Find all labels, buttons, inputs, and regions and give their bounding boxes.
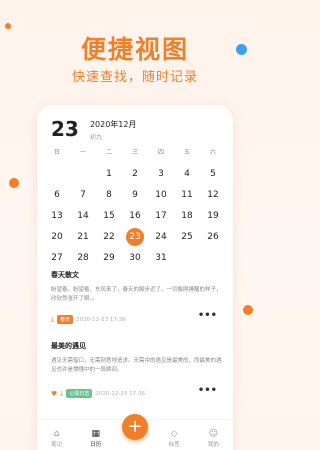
- calendar-day: [45, 165, 69, 183]
- calendar-grid: 1 2 3 4 5 6 7 8 9 10 11 12 13 14 15 16 1…: [45, 163, 225, 268]
- note-tag: 心情日志: [66, 389, 93, 398]
- note-meta: ⤓ 春天 2020-12-23 17:36: [51, 315, 126, 324]
- phone-screen: 23 2020年12月 初九 日 一 二 三 四 五 六 1 2 3 4 5 6…: [37, 105, 233, 450]
- tab-label: 标签: [168, 442, 180, 448]
- calendar-day[interactable]: 20: [45, 228, 69, 246]
- calendar-week: 27 28 29 30 31: [45, 247, 225, 268]
- calendar-day[interactable]: 30: [123, 249, 147, 267]
- tag-icon: ◇: [170, 429, 178, 439]
- tab-label: 日历: [90, 442, 102, 448]
- tab-profile[interactable]: ☺ 我的: [196, 429, 230, 448]
- note-card[interactable]: 春天散文 盼望着，盼望着，东风来了，春天的脚步近了。一切像刚睡醒的样子，欣欣然张…: [51, 270, 223, 330]
- weekday-mon: 一: [79, 149, 86, 156]
- calendar-day[interactable]: 8: [97, 186, 121, 204]
- weekday-sat: 六: [209, 149, 216, 156]
- current-day: 23: [51, 117, 79, 141]
- weekday-sun: 日: [53, 149, 60, 156]
- calendar-day[interactable]: 11: [175, 186, 199, 204]
- weekday-fri: 五: [183, 149, 190, 156]
- home-icon: ⌂: [53, 429, 60, 439]
- tab-label: 我的: [207, 442, 219, 448]
- promo-title: 便捷视图: [80, 35, 189, 64]
- tab-tags[interactable]: ◇ 标签: [157, 429, 191, 448]
- tab-notes[interactable]: ⌂ 笔记: [40, 429, 74, 448]
- calendar-day[interactable]: 13: [45, 207, 69, 225]
- calendar-day: [71, 165, 95, 183]
- calendar-day[interactable]: 10: [149, 186, 173, 204]
- year-month[interactable]: 2020年12月: [90, 119, 137, 130]
- calendar-day[interactable]: 27: [45, 249, 69, 267]
- calendar-day[interactable]: 6: [45, 186, 69, 204]
- note-time: 2020-12-23 17:36: [76, 316, 126, 323]
- calendar-day: [201, 249, 225, 267]
- calendar-day[interactable]: 1: [97, 165, 121, 183]
- download-icon: ⤓: [60, 389, 64, 397]
- weekday-tue: 二: [105, 149, 112, 156]
- decor-dot-orange-left: [9, 178, 19, 188]
- calendar-week: 20 21 22 23 24 25 26: [45, 226, 225, 247]
- tab-label: 笔记: [51, 442, 63, 448]
- calendar-day[interactable]: 24: [149, 228, 173, 246]
- note-body: 盼望着，盼望着，东风来了，春天的脚步近了。一切像刚睡醒的样子，欣欣然张开了眼。。: [51, 287, 222, 302]
- calendar-day[interactable]: 29: [97, 249, 121, 267]
- calendar-day[interactable]: 14: [71, 207, 95, 225]
- calendar-week: 6 7 8 9 10 11 12: [45, 184, 225, 205]
- calendar-day[interactable]: 19: [201, 207, 225, 225]
- decor-dot-orange-top: [5, 23, 11, 29]
- date-header: 23 2020年12月 初九: [51, 117, 136, 141]
- calendar-day: [175, 249, 199, 267]
- tab-calendar[interactable]: ▦ 日历: [79, 429, 113, 448]
- calendar-week: 13 14 15 16 17 18 19: [45, 205, 225, 226]
- calendar-day[interactable]: 31: [149, 249, 173, 267]
- calendar-day[interactable]: 9: [123, 186, 147, 204]
- calendar-day[interactable]: 26: [201, 228, 225, 246]
- weekday-wed: 三: [131, 149, 138, 156]
- calendar-icon: ▦: [91, 429, 101, 439]
- calendar-day[interactable]: 16: [123, 207, 147, 225]
- more-options-icon[interactable]: •••: [198, 310, 217, 321]
- calendar-day[interactable]: 18: [175, 207, 199, 225]
- note-title: 春天散文: [51, 271, 79, 279]
- note-body: 遇见无需借口，无需刻意地追求。无需中的遇见是最美的，而最美的遇见也许是懵懂中的一…: [51, 358, 222, 373]
- weekday-thu: 四: [157, 149, 164, 156]
- note-meta: ♥ ⤓ 心情日志 2020-12-23 17:36: [51, 389, 145, 398]
- note-card[interactable]: 最美的遇见 遇见无需借口，无需刻意地追求。无需中的遇见是最美的，而最美的遇见也许…: [51, 341, 223, 401]
- note-time: 2020-12-23 17:36: [95, 390, 145, 397]
- calendar-day[interactable]: 21: [71, 228, 95, 246]
- weekday-header: 日 一 二 三 四 五 六: [45, 147, 225, 156]
- calendar-day[interactable]: 25: [175, 228, 199, 246]
- calendar-day[interactable]: 4: [175, 165, 199, 183]
- user-icon: ☺: [208, 429, 219, 439]
- heart-icon: ♥: [51, 389, 58, 398]
- download-icon: ⤓: [51, 315, 55, 323]
- lunar-date: 初九: [89, 134, 102, 141]
- decor-dot-orange-right: [243, 305, 253, 315]
- calendar-day[interactable]: 22: [97, 228, 121, 246]
- note-title: 最美的遇见: [51, 342, 86, 350]
- calendar-day[interactable]: 5: [201, 165, 225, 183]
- promo-subtitle: 快速查找，随时记录: [71, 70, 198, 85]
- calendar-day[interactable]: 3: [149, 165, 173, 183]
- calendar-week: 1 2 3 4 5: [45, 163, 225, 184]
- more-options-icon[interactable]: •••: [198, 385, 217, 396]
- add-note-button[interactable]: +: [122, 414, 148, 440]
- calendar-day[interactable]: 28: [71, 249, 95, 267]
- note-tag: 春天: [57, 315, 74, 324]
- calendar-day[interactable]: 17: [149, 207, 173, 225]
- calendar-day[interactable]: 2: [123, 165, 147, 183]
- calendar-day-selected[interactable]: 23: [126, 227, 144, 246]
- calendar-day[interactable]: 15: [97, 207, 121, 225]
- calendar-day[interactable]: 7: [71, 186, 95, 204]
- calendar-day[interactable]: 12: [201, 186, 225, 204]
